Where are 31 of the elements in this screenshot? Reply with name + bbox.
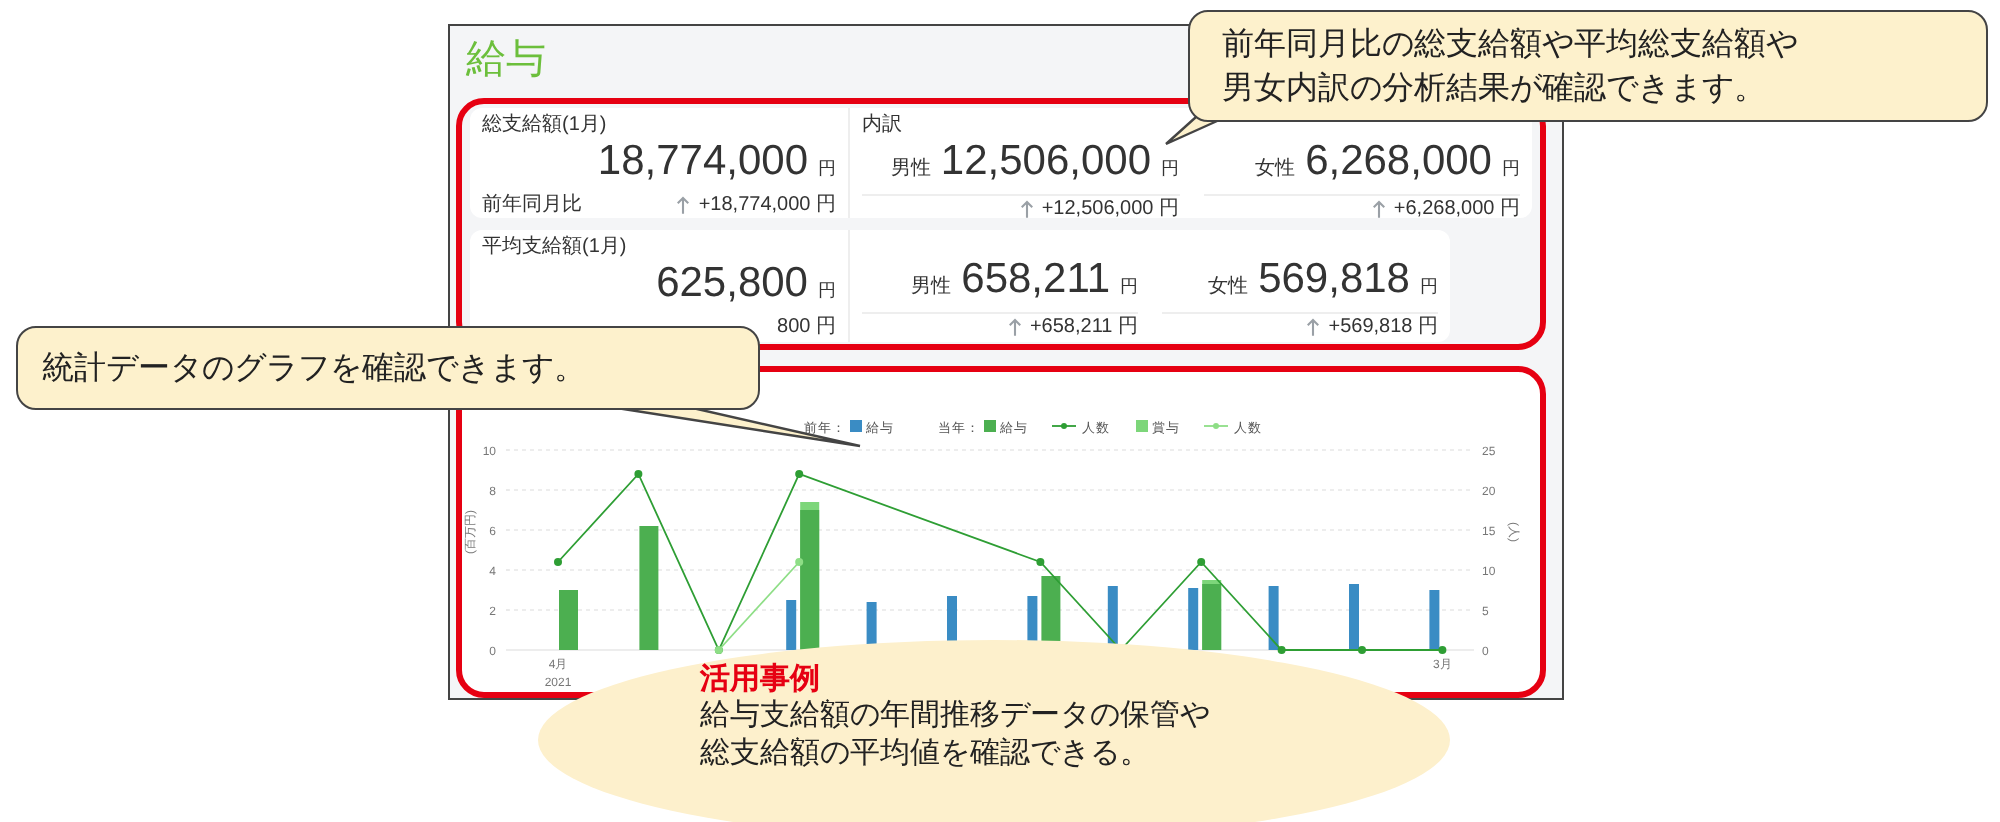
callout-title: 活用事例: [700, 660, 820, 696]
unit-label: 円: [1161, 156, 1179, 182]
section-label: 内訳: [862, 112, 902, 138]
unit-label: 円: [1502, 156, 1520, 182]
stat-value: 658,211: [961, 256, 1110, 304]
callout-text: 給与支給額の年間推移データの保管や総支給額の平均値を確認できる。: [700, 696, 1212, 772]
stat-value: 6,268,000: [1305, 138, 1492, 186]
delta-value: 800 円: [777, 314, 836, 340]
gender-label: 男性: [911, 273, 952, 302]
callout-text: 前年同月比の総支給額や平均総支給額や男女内訳の分析結果が確認できます。: [1222, 22, 1800, 110]
stat-label: 総支給額(1月): [482, 112, 607, 138]
delta-value: +18,774,000 円: [698, 192, 836, 218]
gender-label: 女性: [1208, 273, 1249, 302]
compare-label: 前年同月比: [482, 192, 582, 218]
callout-text: 統計データのグラフを確認できます。: [42, 346, 588, 390]
delta-value: +658,211 円: [1029, 314, 1138, 340]
gender-label: 男性: [890, 155, 931, 184]
gender-label: 女性: [1255, 155, 1296, 184]
stat-value: 18,774,000: [597, 138, 808, 186]
page-title: 給与: [464, 36, 546, 86]
unit-label: 円: [1420, 274, 1438, 300]
stat-value: 569,818: [1258, 256, 1410, 304]
stat-value: 12,506,000: [940, 138, 1151, 186]
unit-label: 円: [818, 156, 836, 182]
unit-label: 円: [818, 278, 836, 304]
stat-label: 平均支給額(1月): [482, 234, 627, 260]
delta-value: +6,268,000 円: [1393, 196, 1520, 222]
delta-value: +12,506,000 円: [1041, 196, 1179, 222]
unit-label: 円: [1120, 274, 1138, 300]
delta-value: +569,818 円: [1328, 314, 1438, 340]
stat-value: 625,800: [656, 260, 808, 308]
